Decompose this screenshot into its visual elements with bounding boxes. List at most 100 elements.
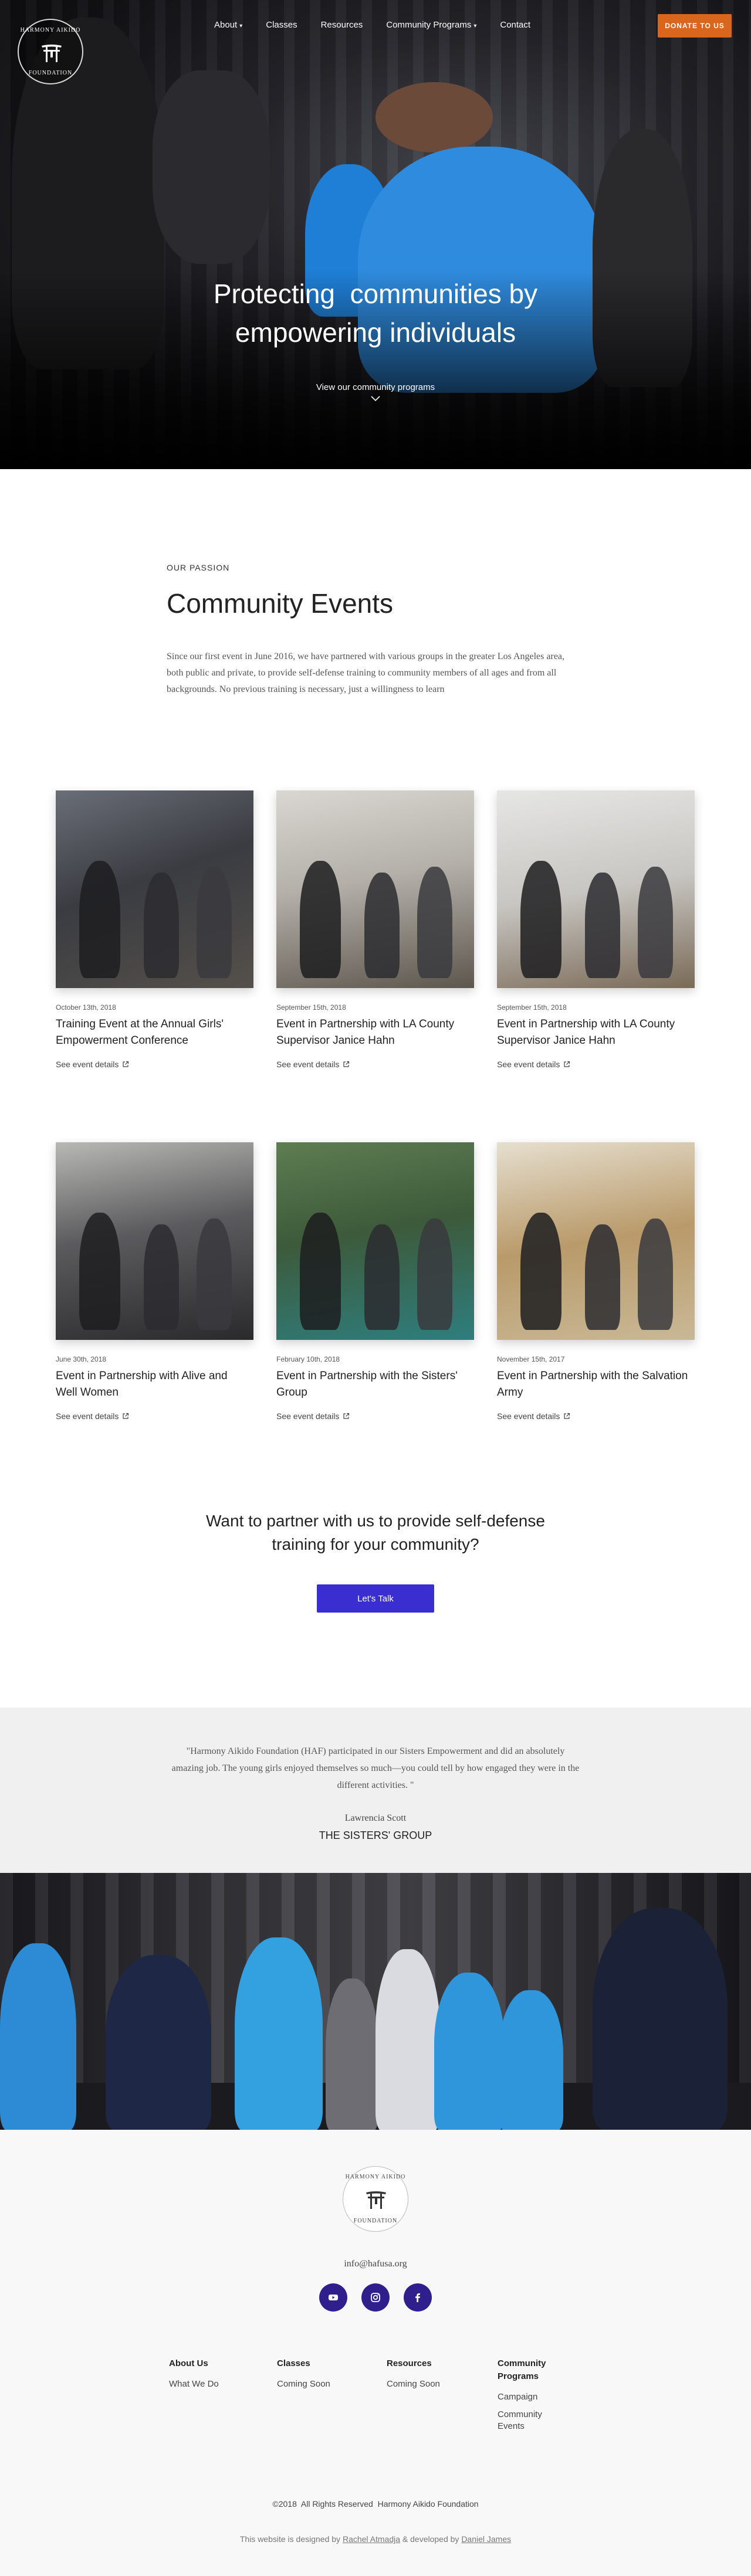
hero-title-line-1: Protecting communities by [213, 279, 538, 309]
event-photo-figure [520, 1213, 561, 1330]
group-photo-person [376, 1949, 440, 2130]
footer-email[interactable]: info@hafusa.org [0, 2259, 751, 2269]
event-photo-figure [79, 1213, 120, 1330]
event-date: November 15th, 2017 [497, 1355, 565, 1363]
external-link-icon [123, 1413, 129, 1419]
cta-title-line-1: Want to partner with us to provide self-… [206, 1512, 545, 1530]
footer-link[interactable]: Coming Soon [387, 2378, 481, 2390]
event-details-link[interactable]: See event details [276, 1411, 474, 1421]
nav-item-classes[interactable]: Classes [254, 20, 309, 30]
event-details-link[interactable]: See event details [497, 1060, 695, 1069]
event-photo-figure [300, 861, 341, 978]
testimonial-section: "Harmony Aikido Foundation (HAF) partici… [0, 1708, 751, 1873]
chevron-down-icon[interactable] [370, 395, 381, 402]
site-footer: HARMONY AIKIDO FOUNDATION info@hafusa.or… [0, 2130, 751, 2576]
event-details-label: See event details [497, 1060, 560, 1069]
footer-column-community: Community Programs Campaign Community Ev… [498, 2357, 562, 2432]
event-card[interactable]: February 10th, 2018 Event in Partnership … [276, 1142, 474, 1421]
external-link-icon [564, 1413, 570, 1419]
footer-link[interactable]: Campaign [498, 2391, 562, 2403]
event-details-link[interactable]: See event details [497, 1411, 695, 1421]
group-photo [0, 1873, 751, 2130]
instagram-icon[interactable] [361, 2283, 390, 2312]
event-date: February 10th, 2018 [276, 1355, 340, 1363]
event-photo-figure [197, 1219, 232, 1330]
event-details-link[interactable]: See event details [56, 1060, 253, 1069]
nav-item-resources[interactable]: Resources [309, 20, 375, 30]
footer-heading: Community Programs [498, 2358, 546, 2381]
event-photo-figure [520, 861, 561, 978]
event-card[interactable]: September 15th, 2018 Event in Partnership… [276, 790, 474, 1069]
event-photo-figure [638, 867, 673, 978]
testimonial-author: Lawrencia Scott [344, 1813, 407, 1823]
facebook-icon[interactable] [404, 2283, 432, 2312]
testimonial-quote: "Harmony Aikido Foundation (HAF) partici… [171, 1746, 580, 1790]
event-card[interactable]: June 30th, 2018 Event in Partnership with… [56, 1142, 253, 1421]
event-title[interactable]: Event in Partnership with Alive and Well… [56, 1368, 249, 1401]
credit-mid: & developed by [400, 2534, 462, 2544]
event-date: June 30th, 2018 [56, 1355, 107, 1363]
event-details-label: See event details [56, 1411, 119, 1421]
group-photo-person [499, 1990, 563, 2130]
copyright: ©2018 All Rights Reserved Harmony Aikido… [272, 2499, 479, 2509]
external-link-icon [343, 1413, 350, 1419]
nav-item-label: About [214, 20, 238, 30]
event-photo[interactable] [497, 1142, 695, 1340]
footer-logo-text-top: HARMONY AIKIDO [345, 2174, 406, 2180]
event-title[interactable]: Event in Partnership with the Salvation … [497, 1368, 691, 1401]
chevron-down-icon: ▾ [473, 23, 477, 29]
event-details-link[interactable]: See event details [276, 1060, 474, 1069]
event-photo-figure [144, 1224, 179, 1330]
footer-heading: About Us [169, 2358, 208, 2368]
social-links [319, 2283, 432, 2312]
event-photo-figure [417, 867, 452, 978]
donate-button[interactable]: DONATE TO US [658, 14, 732, 38]
event-photo[interactable] [497, 790, 695, 988]
nav-item-about[interactable]: About ▾ [202, 20, 254, 30]
hero-photo-figure [376, 82, 493, 152]
footer-link[interactable]: Coming Soon [277, 2378, 371, 2390]
event-details-label: See event details [276, 1060, 340, 1069]
nav-item-label: Classes [266, 20, 297, 30]
event-title[interactable]: Event in Partnership with the Sisters' G… [276, 1368, 470, 1401]
group-photo-person [0, 1943, 76, 2130]
event-card[interactable]: October 13th, 2018 Training Event at the … [56, 790, 253, 1069]
footer-logo[interactable]: HARMONY AIKIDO FOUNDATION [343, 2166, 408, 2232]
event-date: September 15th, 2018 [276, 1003, 346, 1012]
lets-talk-button[interactable]: Let's Talk [317, 1584, 434, 1613]
event-details-label: See event details [56, 1060, 119, 1069]
designer-link[interactable]: Rachel Atmadja [343, 2534, 400, 2544]
event-photo[interactable] [276, 1142, 474, 1340]
youtube-icon[interactable] [319, 2283, 347, 2312]
section-description: Since our first event in June 2016, we h… [167, 651, 565, 694]
footer-link[interactable]: What We Do [169, 2378, 263, 2390]
facebook-glyph [415, 2293, 420, 2302]
developer-link[interactable]: Daniel James [461, 2534, 511, 2544]
cta-title-line-2: training for your community? [272, 1535, 479, 1553]
footer-link[interactable]: Community Events [498, 2409, 562, 2432]
event-photo[interactable] [56, 1142, 253, 1340]
nav-item-community-programs[interactable]: Community Programs ▾ [374, 20, 488, 30]
community-programs-link[interactable]: View our community programs [0, 382, 751, 392]
hero-title-line-2: empowering individuals [235, 317, 516, 348]
event-card[interactable]: September 15th, 2018 Event in Partnership… [497, 790, 695, 1069]
external-link-icon [123, 1061, 129, 1067]
hero-title: Protecting communities by empowering ind… [0, 274, 751, 352]
site-credit: This website is designed by Rachel Atmad… [0, 2534, 751, 2544]
logo-text-top: HARMONY AIKIDO [20, 27, 81, 33]
event-title[interactable]: Event in Partnership with LA County Supe… [497, 1016, 691, 1049]
section-kicker: OUR PASSION [167, 563, 230, 572]
event-title[interactable]: Training Event at the Annual Girls' Empo… [56, 1016, 249, 1049]
event-title[interactable]: Event in Partnership with LA County Supe… [276, 1016, 470, 1049]
group-photo-person [235, 1937, 323, 2130]
testimonial-organization: THE SISTERS' GROUP [319, 1830, 432, 1841]
event-photo[interactable] [56, 790, 253, 988]
event-details-link[interactable]: See event details [56, 1411, 253, 1421]
site-logo[interactable]: HARMONY AIKIDO FOUNDATION [18, 19, 83, 84]
nav-item-contact[interactable]: Contact [488, 20, 542, 30]
event-photo[interactable] [276, 790, 474, 988]
footer-column-about: About Us What We Do [169, 2357, 263, 2390]
cta-title: Want to partner with us to provide self-… [0, 1509, 751, 1556]
footer-column-resources: Resources Coming Soon [387, 2357, 481, 2390]
event-card[interactable]: November 15th, 2017 Event in Partnership … [497, 1142, 695, 1421]
